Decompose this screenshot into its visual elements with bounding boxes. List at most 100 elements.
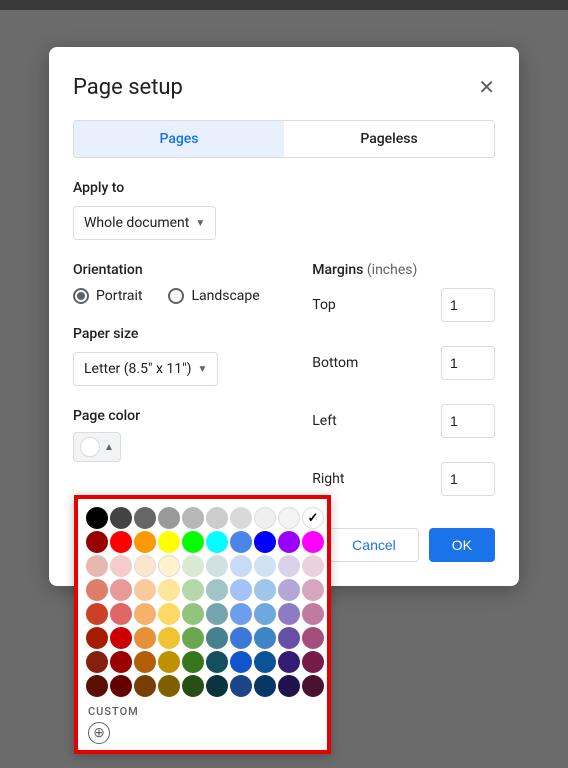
color-swatch[interactable]: [206, 507, 228, 529]
color-swatch[interactable]: [86, 627, 108, 649]
apply-to-dropdown[interactable]: Whole document ▼: [73, 206, 216, 240]
tab-pages[interactable]: Pages: [74, 121, 284, 157]
color-swatch[interactable]: [134, 651, 156, 673]
color-swatch[interactable]: [182, 507, 204, 529]
color-swatch[interactable]: [182, 555, 204, 577]
page-color-dropdown[interactable]: ▲: [73, 432, 121, 462]
color-swatch[interactable]: [158, 603, 180, 625]
color-swatch[interactable]: [230, 603, 252, 625]
color-swatch[interactable]: [254, 627, 276, 649]
color-swatch[interactable]: [278, 627, 300, 649]
cancel-button[interactable]: Cancel: [329, 528, 419, 562]
color-swatch[interactable]: [278, 675, 300, 697]
color-swatch[interactable]: [110, 507, 132, 529]
color-swatch[interactable]: [158, 675, 180, 697]
color-swatch[interactable]: [86, 675, 108, 697]
margin-top-input[interactable]: [441, 288, 495, 322]
chevron-down-icon: ▼: [197, 364, 207, 375]
color-swatch[interactable]: [86, 555, 108, 577]
color-swatch[interactable]: [86, 603, 108, 625]
color-swatch[interactable]: [158, 579, 180, 601]
color-swatch[interactable]: [230, 627, 252, 649]
color-swatch[interactable]: [182, 627, 204, 649]
color-swatch[interactable]: [110, 531, 132, 553]
close-icon[interactable]: ✕: [478, 78, 495, 98]
color-swatch[interactable]: [206, 531, 228, 553]
color-swatch[interactable]: [302, 627, 324, 649]
color-swatch[interactable]: [110, 603, 132, 625]
color-swatch[interactable]: [134, 627, 156, 649]
tab-pageless[interactable]: Pageless: [284, 121, 494, 157]
color-swatch[interactable]: [110, 651, 132, 673]
color-swatch[interactable]: [110, 675, 132, 697]
color-swatch[interactable]: [254, 603, 276, 625]
ok-button[interactable]: OK: [429, 528, 495, 562]
color-swatch[interactable]: [254, 531, 276, 553]
color-swatch[interactable]: [206, 555, 228, 577]
color-swatch[interactable]: [86, 579, 108, 601]
color-swatch[interactable]: [158, 627, 180, 649]
margin-right-input[interactable]: [441, 462, 495, 496]
radio-portrait[interactable]: Portrait: [73, 288, 142, 304]
color-swatch[interactable]: [134, 507, 156, 529]
color-swatch[interactable]: [302, 579, 324, 601]
color-swatch[interactable]: [302, 603, 324, 625]
color-swatch[interactable]: [134, 603, 156, 625]
color-swatch[interactable]: [230, 555, 252, 577]
color-swatch[interactable]: [206, 627, 228, 649]
color-swatch[interactable]: [254, 555, 276, 577]
color-swatch[interactable]: [278, 603, 300, 625]
color-swatch[interactable]: [278, 555, 300, 577]
color-swatch[interactable]: [134, 555, 156, 577]
color-swatch[interactable]: [182, 531, 204, 553]
color-swatch[interactable]: [134, 675, 156, 697]
color-swatch[interactable]: [110, 627, 132, 649]
color-swatch[interactable]: [278, 651, 300, 673]
color-swatch[interactable]: [158, 651, 180, 673]
color-swatch[interactable]: [302, 651, 324, 673]
color-swatch[interactable]: [302, 531, 324, 553]
color-swatch[interactable]: [278, 531, 300, 553]
color-swatch[interactable]: [158, 507, 180, 529]
color-swatch[interactable]: [182, 603, 204, 625]
color-swatch[interactable]: [230, 579, 252, 601]
color-swatch[interactable]: [206, 651, 228, 673]
color-swatch[interactable]: [254, 507, 276, 529]
color-swatch[interactable]: [278, 507, 300, 529]
paper-size-dropdown[interactable]: Letter (8.5" x 11") ▼: [73, 352, 218, 386]
color-swatch[interactable]: [206, 603, 228, 625]
color-swatch[interactable]: ✓: [302, 507, 324, 529]
color-swatch[interactable]: [134, 531, 156, 553]
color-swatch[interactable]: [158, 555, 180, 577]
radio-circle-icon: [168, 288, 184, 304]
margin-left-input[interactable]: [441, 404, 495, 438]
color-swatch[interactable]: [86, 507, 108, 529]
color-swatch[interactable]: [110, 579, 132, 601]
chevron-up-icon: ▲: [104, 442, 114, 453]
color-swatch[interactable]: [302, 675, 324, 697]
color-swatch[interactable]: [254, 675, 276, 697]
radio-landscape[interactable]: Landscape: [168, 288, 259, 304]
color-swatch[interactable]: [254, 651, 276, 673]
apply-to-section: Apply to Whole document ▼: [73, 180, 495, 240]
margin-bottom-input[interactable]: [441, 346, 495, 380]
color-swatch[interactable]: [182, 651, 204, 673]
color-swatch[interactable]: [230, 675, 252, 697]
color-swatch[interactable]: [230, 531, 252, 553]
color-swatch[interactable]: [110, 555, 132, 577]
color-swatch[interactable]: [86, 531, 108, 553]
color-swatch[interactable]: [254, 579, 276, 601]
color-swatch[interactable]: [230, 651, 252, 673]
color-swatch[interactable]: [206, 675, 228, 697]
app-topbar: [0, 0, 568, 10]
color-swatch[interactable]: [158, 531, 180, 553]
color-swatch[interactable]: [206, 579, 228, 601]
color-swatch[interactable]: [278, 579, 300, 601]
color-swatch[interactable]: [134, 579, 156, 601]
add-custom-color-button[interactable]: ⊕: [88, 722, 110, 744]
color-swatch[interactable]: [182, 579, 204, 601]
color-swatch[interactable]: [86, 651, 108, 673]
color-swatch[interactable]: [302, 555, 324, 577]
color-swatch[interactable]: [230, 507, 252, 529]
color-swatch[interactable]: [182, 675, 204, 697]
